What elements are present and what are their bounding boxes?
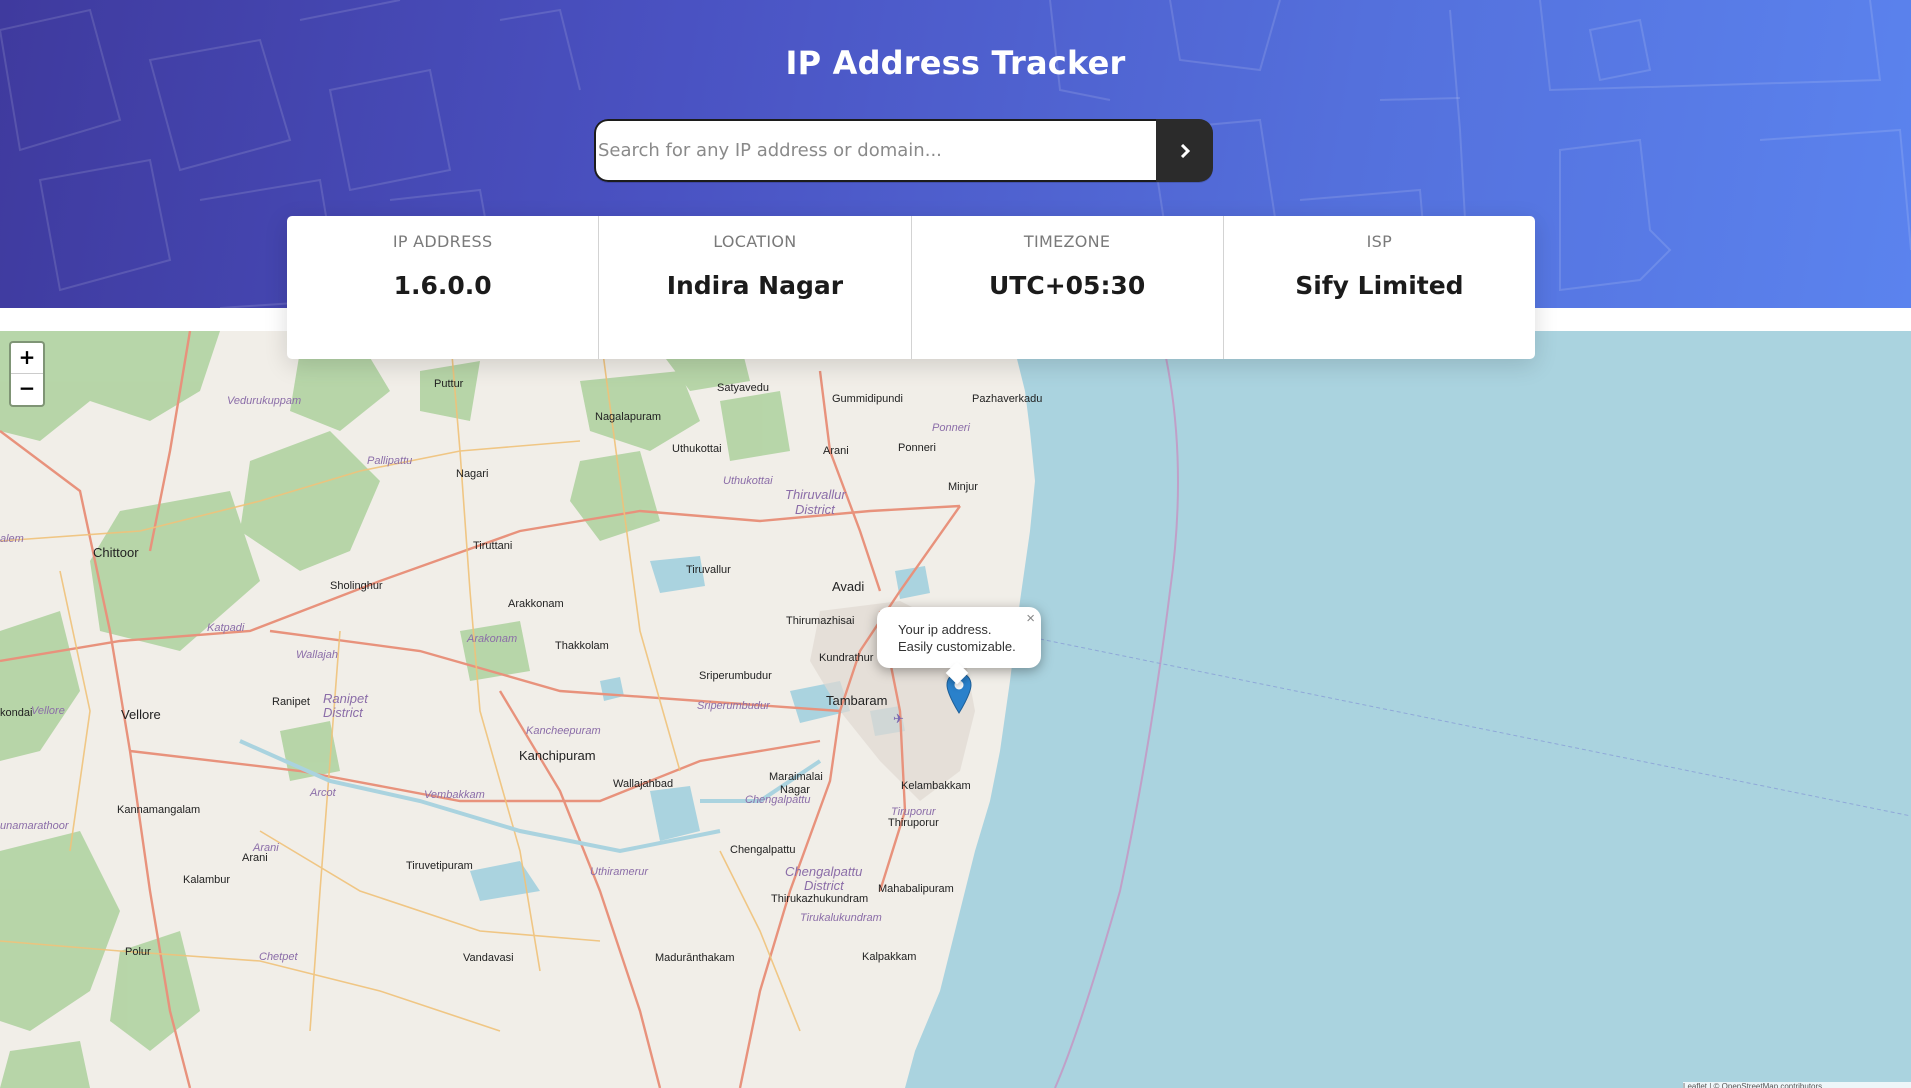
- isp-section: ISP Sify Limited: [1224, 216, 1535, 359]
- location-section: LOCATION Indira Nagar: [599, 216, 912, 359]
- place-label: Kelambakkam: [901, 780, 971, 792]
- place-label: Gummidipundi: [832, 393, 903, 405]
- place-label: Arakkonam: [508, 598, 564, 610]
- district-label: Arcot: [309, 787, 337, 799]
- page-title: IP Address Tracker: [785, 44, 1126, 82]
- district-label: Chengalpattu: [745, 794, 810, 806]
- chevron-right-icon: [1180, 143, 1190, 158]
- timezone-section: TIMEZONE UTC+05:30: [912, 216, 1224, 359]
- location-value: Indira Nagar: [666, 271, 844, 300]
- zoom-out-button[interactable]: −: [11, 374, 43, 404]
- search-submit-button[interactable]: [1156, 119, 1213, 182]
- district-label: District: [323, 705, 364, 720]
- map-attribution[interactable]: Leaflet | © OpenStreetMap contributors: [1683, 1082, 1911, 1088]
- location-popup: Your ip address. Easily customizable. ×: [877, 607, 1041, 685]
- timezone-label: TIMEZONE: [1023, 232, 1111, 251]
- place-label: Thakkolam: [555, 640, 609, 652]
- airport-icon: ✈: [893, 712, 904, 727]
- district-label: Uthiramerur: [590, 866, 649, 878]
- district-label: Vembakkam: [424, 789, 485, 801]
- place-label: Kalpakkam: [862, 951, 916, 963]
- place-label: Thiruporur: [888, 817, 939, 829]
- place-label: kondai: [0, 707, 32, 719]
- search-input[interactable]: [594, 119, 1156, 182]
- place-label: Chittoor: [93, 545, 139, 560]
- place-label: Kannamangalam: [117, 804, 200, 816]
- district-label: Arani: [252, 842, 279, 854]
- place-label: Minjur: [948, 481, 978, 493]
- search-bar: [594, 119, 1213, 182]
- district-label: Kancheepuram: [526, 725, 601, 737]
- place-label: Arani: [823, 445, 849, 457]
- district-label: alem: [0, 533, 24, 545]
- place-label: Avadi: [832, 579, 864, 594]
- district-label: Pallipattu: [367, 455, 412, 467]
- district-label: Chengalpattu: [785, 864, 862, 879]
- district-label: Arakonam: [466, 633, 517, 645]
- district-label: Tirukalukundram: [800, 912, 882, 924]
- place-label: Wallajahbad: [613, 778, 673, 790]
- place-label: Madurānthakam: [655, 952, 735, 964]
- place-label: Nagari: [456, 468, 488, 480]
- place-label: Maraimalai: [769, 771, 823, 783]
- district-label: Katpadi: [207, 622, 245, 634]
- district-label: Sriperumbudur: [697, 700, 771, 712]
- popup-line-1: Your ip address.: [898, 622, 992, 637]
- place-label: Ponneri: [898, 442, 936, 454]
- place-label: Uthukottai: [672, 443, 722, 455]
- zoom-control: + −: [9, 341, 45, 407]
- place-label: Thirumazhisai: [786, 615, 854, 627]
- ip-address-label: IP ADDRESS: [392, 232, 493, 251]
- district-label: District: [804, 878, 845, 893]
- isp-value: Sify Limited: [1295, 271, 1464, 300]
- district-label: Tiruporur: [891, 806, 937, 818]
- place-label: Mahabalipuram: [878, 883, 954, 895]
- district-label: Ponneri: [932, 422, 970, 434]
- place-label: Thirukazhukundram: [771, 893, 868, 905]
- place-label: Polur: [125, 946, 151, 958]
- place-label: Nagalapuram: [595, 411, 661, 423]
- place-label: Ranipet: [272, 696, 310, 708]
- isp-label: ISP: [1366, 232, 1393, 251]
- district-label: Chetpet: [259, 951, 298, 963]
- location-label: LOCATION: [713, 232, 797, 251]
- place-label: Sriperumbudur: [699, 670, 772, 682]
- ip-address-value: 1.6.0.0: [393, 271, 492, 300]
- place-label: Vandavasi: [463, 952, 514, 964]
- timezone-value: UTC+05:30: [989, 271, 1146, 300]
- district-label: Uthukottai: [723, 475, 773, 487]
- zoom-in-button[interactable]: +: [11, 343, 43, 374]
- popup-line-2: Easily customizable.: [898, 639, 1016, 654]
- popup-content: Your ip address. Easily customizable.: [898, 621, 1016, 655]
- place-label: Tambaram: [826, 693, 887, 708]
- place-label: Kalambur: [183, 874, 230, 886]
- place-label: Tiruttani: [473, 540, 512, 552]
- ip-address-section: IP ADDRESS 1.6.0.0: [287, 216, 600, 359]
- place-label: Pazhaverkadu: [972, 393, 1042, 405]
- place-label: Chengalpattu: [730, 844, 795, 856]
- place-label: Tiruvetipuram: [406, 860, 473, 872]
- district-label: unamarathoor: [0, 820, 70, 832]
- place-label: Puttur: [434, 378, 464, 390]
- place-label: Tiruvallur: [686, 564, 731, 576]
- district-label: Ranipet: [323, 691, 369, 706]
- district-label: Thiruvallur: [785, 487, 846, 502]
- district-label: Vellore: [31, 705, 65, 717]
- place-label: Satyavedu: [717, 382, 769, 394]
- place-label: Kanchipuram: [519, 748, 596, 763]
- ip-info-card: IP ADDRESS 1.6.0.0 LOCATION Indira Nagar…: [287, 216, 1535, 359]
- district-label: District: [795, 502, 836, 517]
- district-label: Vedurukuppam: [227, 395, 301, 407]
- popup-close-icon[interactable]: ×: [1026, 610, 1035, 627]
- place-label: Kundrathur: [819, 652, 874, 664]
- place-label: Vellore: [121, 707, 161, 722]
- district-label: Wallajah: [296, 649, 338, 661]
- place-label: Sholinghur: [330, 580, 383, 592]
